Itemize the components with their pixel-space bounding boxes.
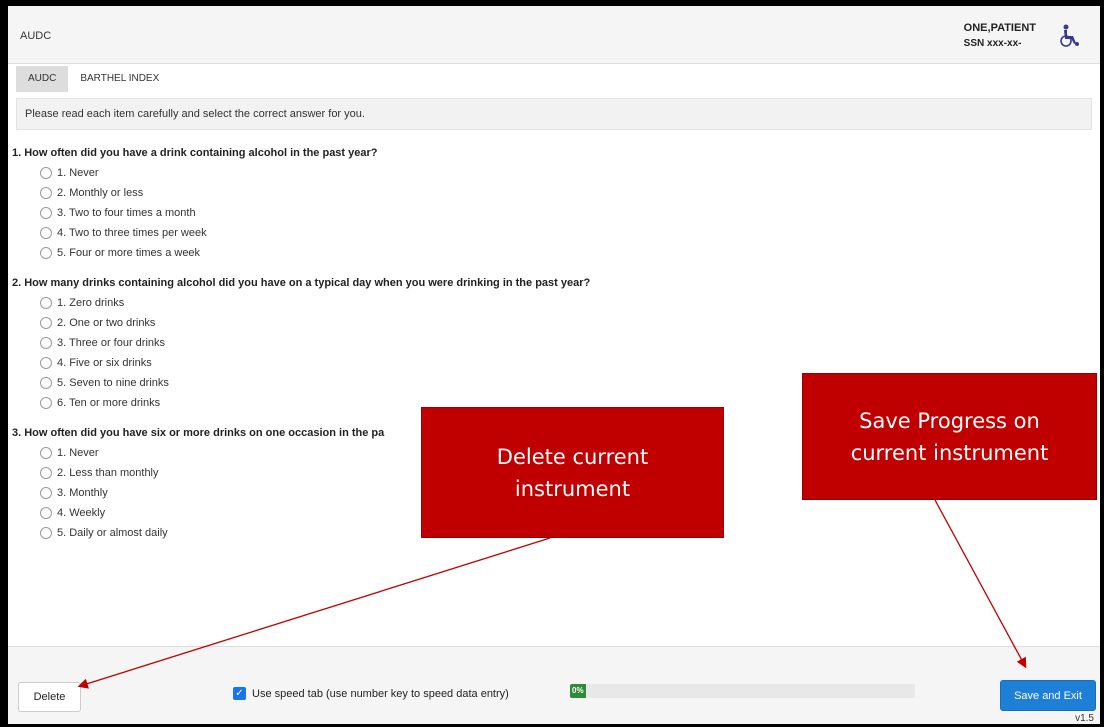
option-label: 1. Never [57,447,99,459]
wheelchair-icon[interactable] [1058,24,1080,48]
save-callout-text: Save Progress on current instrument [850,408,1049,465]
radio-button[interactable] [40,357,52,369]
speed-tab-toggle[interactable]: ✓ Use speed tab (use number key to speed… [233,687,509,700]
option-label: 2. One or two drinks [57,317,156,329]
footer-bar: Delete ✓ Use speed tab (use number key t… [8,646,1100,724]
answer-option[interactable]: 3. Two to four times a month [8,203,1100,223]
radio-button[interactable] [40,377,52,389]
answer-option[interactable]: 2. Monthly or less [8,183,1100,203]
option-label: 3. Monthly [57,487,108,499]
answer-option[interactable]: 1. Never [8,163,1100,183]
option-label: 4. Five or six drinks [57,357,152,369]
progress-bar: 0% [570,684,915,698]
radio-button[interactable] [40,297,52,309]
radio-button[interactable] [40,337,52,349]
delete-button[interactable]: Delete [18,682,81,712]
patient-info: ONE,PATIENT SSN xxx-xx- [964,20,1036,52]
radio-button[interactable] [40,317,52,329]
save-and-exit-button[interactable]: Save and Exit [1000,680,1096,711]
app-title: AUDC [20,30,52,42]
answer-option[interactable]: 4. Five or six drinks [8,353,1100,373]
speed-tab-checkbox[interactable]: ✓ [233,687,246,700]
answer-option[interactable]: 1. Zero drinks [8,293,1100,313]
answer-option[interactable]: 4. Two to three times per week [8,223,1100,243]
save-callout: Save Progress on current instrument [802,373,1097,500]
delete-callout: Delete current instrument [421,407,724,538]
option-label: 1. Zero drinks [57,297,125,309]
radio-button[interactable] [40,397,52,409]
radio-button[interactable] [40,447,52,459]
question-1: 1. How often did you have a drink contai… [8,144,1100,263]
patient-name: ONE,PATIENT [963,22,1036,34]
answer-option[interactable]: 5. Four or more times a week [8,243,1100,263]
tab-bar: AUDC BARTHEL INDEX [16,66,171,92]
progress-fill: 0% [570,684,586,698]
radio-button[interactable] [40,527,52,539]
app-header: AUDC ONE,PATIENT SSN xxx-xx- [8,6,1100,64]
option-label: 4. Weekly [57,507,106,519]
option-label: 2. Monthly or less [57,187,144,199]
radio-button[interactable] [40,487,52,499]
option-label: 3. Three or four drinks [57,337,166,349]
radio-button[interactable] [40,207,52,219]
tab-barthel-index[interactable]: BARTHEL INDEX [68,66,171,92]
radio-button[interactable] [40,507,52,519]
radio-button[interactable] [40,467,52,479]
answer-option[interactable]: 2. One or two drinks [8,313,1100,333]
speed-tab-label: Use speed tab (use number key to speed d… [252,687,509,700]
answer-option[interactable]: 3. Three or four drinks [8,333,1100,353]
delete-callout-text: Delete current instrument [496,444,649,501]
option-label: 2. Less than monthly [57,467,159,479]
tab-audc[interactable]: AUDC [16,66,69,92]
option-label: 3. Two to four times a month [57,207,196,219]
radio-button[interactable] [40,247,52,259]
radio-button[interactable] [40,227,52,239]
option-label: 1. Never [57,167,99,179]
option-label: 4. Two to three times per week [57,227,207,239]
radio-button[interactable] [40,167,52,179]
option-label: 5. Seven to nine drinks [57,377,169,389]
option-label: 5. Daily or almost daily [57,527,168,539]
patient-ssn: SSN xxx-xx- [963,38,1022,49]
version-label: v1.5 [1075,713,1094,724]
app-window: AUDC ONE,PATIENT SSN xxx-xx- AUDC BARTHE… [8,6,1100,724]
question-text: 2. How many drinks containing alcohol di… [12,277,591,289]
instructions-text: Please read each item carefully and sele… [16,98,1092,130]
radio-button[interactable] [40,187,52,199]
option-label: 6. Ten or more drinks [57,397,161,409]
option-label: 5. Four or more times a week [57,247,201,259]
question-text: 1. How often did you have a drink contai… [12,147,378,159]
